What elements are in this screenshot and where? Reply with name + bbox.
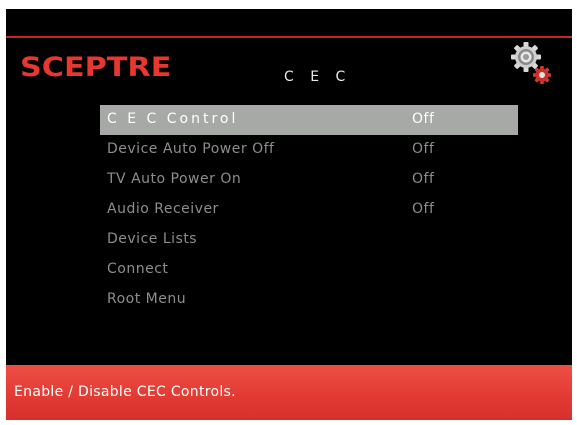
menu-item-label: Device Auto Power Off [107, 141, 275, 157]
sceptre-logo: SCEPTRE [20, 52, 172, 83]
menu-item-label: Audio Receiver [107, 201, 219, 217]
menu-item-label: Root Menu [107, 291, 187, 307]
cec-menu: C E C Control Off Device Auto Power Off … [100, 105, 518, 315]
gears-icon [511, 42, 551, 84]
menu-item-label: Device Lists [107, 231, 198, 247]
menu-item-audio-receiver[interactable]: Audio Receiver Off [100, 195, 518, 225]
menu-item-value: Off [412, 141, 435, 157]
menu-item-cec-control[interactable]: C E C Control Off [100, 105, 518, 135]
menu-item-value: Off [412, 201, 435, 217]
tv-screen: SCEPTRE C E C C E C Control Off Device A… [6, 9, 572, 420]
page-title: C E C [284, 69, 352, 85]
menu-item-tv-auto-power-on[interactable]: TV Auto Power On Off [100, 165, 518, 195]
menu-item-label: Connect [107, 261, 169, 277]
menu-item-connect[interactable]: Connect [100, 255, 518, 285]
menu-item-label: C E C Control [107, 111, 239, 127]
help-bar: Enable / Disable CEC Controls. [6, 365, 572, 420]
menu-item-label: TV Auto Power On [107, 171, 242, 187]
menu-item-value: Off [412, 171, 435, 187]
menu-item-device-lists[interactable]: Device Lists [100, 225, 518, 255]
menu-item-value: Off [412, 111, 435, 127]
header-divider [6, 36, 572, 38]
menu-item-device-auto-power-off[interactable]: Device Auto Power Off Off [100, 135, 518, 165]
menu-item-root-menu[interactable]: Root Menu [100, 285, 518, 315]
help-text: Enable / Disable CEC Controls. [14, 384, 236, 400]
